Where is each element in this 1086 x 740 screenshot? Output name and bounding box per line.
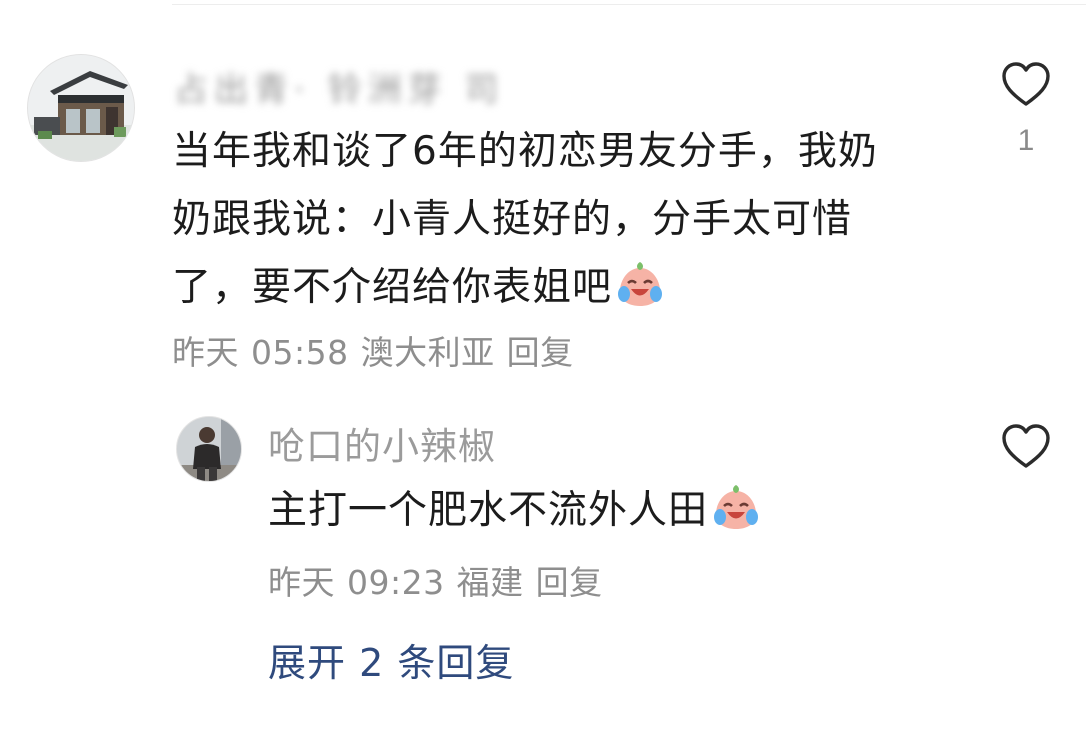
reply-button[interactable]: 回复 — [536, 563, 603, 602]
heart-outline-icon — [1002, 424, 1050, 468]
comment-thread: 占出青· 铃洲芽 司 当年我和谈了6年的初恋男友分手，我奶 奶跟我说：小青人挺好… — [0, 0, 1086, 740]
expand-replies-link[interactable]: 展开 2 条回复 — [268, 632, 514, 687]
comment-line-text: 了，要不介绍给你表姐吧 — [172, 265, 613, 310]
avatar[interactable] — [27, 54, 135, 162]
comment-username[interactable]: 占出青· 铃洲芽 司 — [174, 52, 614, 110]
reply-text: 主打一个肥水不流外人田 — [268, 480, 762, 542]
reply-time: 09:23 — [347, 563, 445, 602]
divider — [172, 4, 1086, 5]
crying-laughing-peach-emoji — [618, 262, 663, 306]
comment-location: 澳大利亚 — [360, 333, 495, 372]
like-count: 1 — [1017, 124, 1035, 157]
reply-meta: 昨天 09:23 福建 回复 — [268, 556, 615, 604]
comment-meta: 昨天 05:58 澳大利亚 回复 — [172, 326, 586, 374]
comment-line: 了，要不介绍给你表姐吧 — [172, 254, 952, 322]
comment-line: 当年我和谈了6年的初恋男友分手，我奶 — [172, 129, 878, 174]
like-button[interactable]: 1 — [998, 60, 1054, 158]
username-text: 占出青· 铃洲芽 司 — [174, 70, 505, 110]
reply-avatar[interactable] — [176, 416, 242, 482]
heart-outline-icon — [1002, 62, 1050, 106]
crying-laughing-peach-emoji — [714, 485, 759, 529]
like-button[interactable] — [998, 422, 1054, 470]
comment-time: 05:58 — [251, 333, 349, 372]
comment-text: 当年我和谈了6年的初恋男友分手，我奶 奶跟我说：小青人挺好的，分手太可惜 了，要… — [172, 118, 952, 322]
comment-line: 奶跟我说：小青人挺好的，分手太可惜 — [172, 197, 853, 242]
comment-date: 昨天 — [172, 333, 239, 372]
house-avatar-image — [28, 55, 134, 161]
reply-button[interactable]: 回复 — [507, 333, 574, 372]
reply-location: 福建 — [456, 563, 524, 602]
person-avatar-image — [177, 417, 241, 481]
reply-username[interactable]: 呛口的小辣椒 — [268, 416, 496, 470]
reply-text-content: 主打一个肥水不流外人田 — [268, 488, 709, 533]
reply-date: 昨天 — [268, 563, 335, 602]
